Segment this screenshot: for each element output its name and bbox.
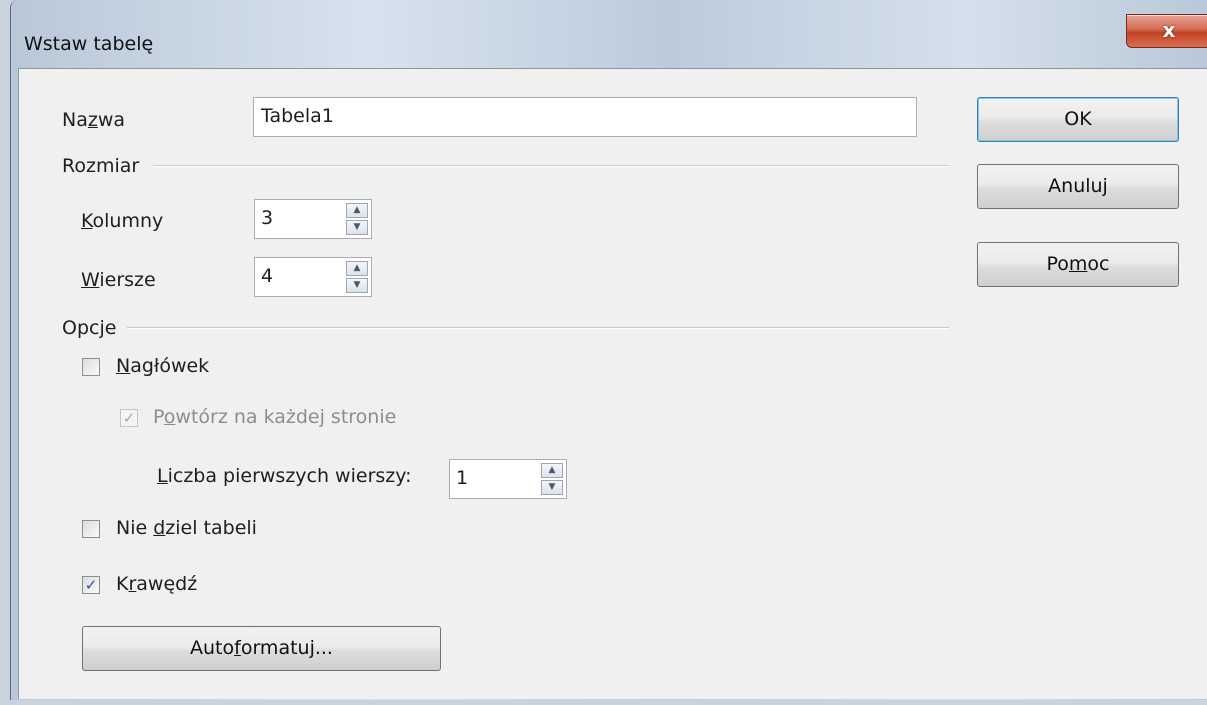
- columns-decrement-icon[interactable]: ▼: [346, 220, 368, 235]
- first-rows-spinbox[interactable]: 1 ▲ ▼: [449, 459, 567, 499]
- dialog-title: Wstaw tabelę: [24, 33, 154, 55]
- dialog-content: Nazwa Tabela1 Rozmiar Kolumny 3 ▲ ▼ Wier…: [18, 68, 1207, 699]
- columns-value[interactable]: 3: [261, 200, 273, 236]
- ok-button[interactable]: OK: [977, 97, 1179, 142]
- close-icon: x: [1162, 18, 1176, 42]
- options-separator: [127, 327, 949, 329]
- name-label: Nazwa: [62, 109, 126, 131]
- close-button[interactable]: x: [1126, 14, 1207, 48]
- border-label[interactable]: Krawędź: [116, 573, 197, 595]
- rows-value[interactable]: 4: [261, 258, 273, 294]
- first-rows-value[interactable]: 1: [456, 460, 468, 496]
- repeat-heading-checkbox[interactable]: ✓: [120, 409, 138, 427]
- heading-checkbox[interactable]: [82, 358, 100, 376]
- border-checkbox[interactable]: ✓: [82, 576, 100, 594]
- name-input[interactable]: Tabela1: [253, 97, 917, 137]
- repeat-heading-label: Powtórz na każdej stronie: [153, 406, 397, 428]
- columns-increment-icon[interactable]: ▲: [346, 203, 368, 218]
- rows-spinbox[interactable]: 4 ▲ ▼: [254, 257, 372, 297]
- dont-split-label[interactable]: Nie dziel tabeli: [116, 517, 257, 539]
- help-button[interactable]: Pomoc: [977, 242, 1179, 287]
- first-rows-increment-icon[interactable]: ▲: [541, 463, 563, 478]
- size-section-label: Rozmiar: [62, 155, 140, 177]
- cancel-button[interactable]: Anuluj: [977, 164, 1179, 209]
- heading-label[interactable]: Nagłówek: [116, 355, 209, 377]
- columns-label: Kolumny: [81, 210, 164, 232]
- dont-split-checkbox[interactable]: [82, 520, 100, 538]
- size-separator: [153, 165, 949, 167]
- rows-label: Wiersze: [81, 269, 156, 291]
- options-section-label: Opcje: [62, 317, 117, 339]
- first-rows-label: Liczba pierwszych wierszy:: [157, 465, 412, 487]
- first-rows-decrement-icon[interactable]: ▼: [541, 480, 563, 495]
- autoformat-button[interactable]: Autoformatuj...: [82, 626, 441, 671]
- title-bar[interactable]: [11, 0, 1207, 36]
- rows-increment-icon[interactable]: ▲: [346, 261, 368, 276]
- columns-spinbox[interactable]: 3 ▲ ▼: [254, 199, 372, 239]
- rows-decrement-icon[interactable]: ▼: [346, 278, 368, 293]
